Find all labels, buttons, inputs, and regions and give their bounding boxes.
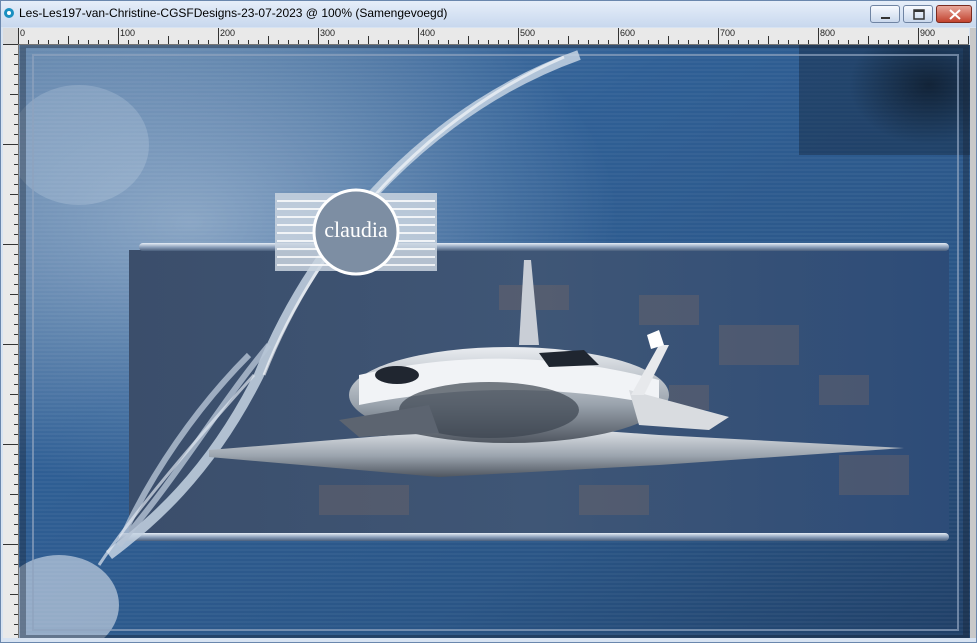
ruler-label-800: 800: [820, 28, 836, 38]
ruler-label-400: 400: [420, 28, 436, 38]
horizontal-ruler[interactable]: 0 100 200 300 400 500 600 700 800 900: [18, 28, 969, 45]
ruler-corner: [3, 28, 19, 45]
vruler-ticks: [3, 44, 18, 635]
app-icon: [4, 8, 14, 18]
title-bar[interactable]: Les-Les197-van-Christine-CGSFDesigns-23-…: [1, 1, 976, 27]
minimize-button[interactable]: [870, 5, 900, 23]
watermark-text: claudia: [324, 217, 388, 242]
watermark-badge: claudia: [275, 188, 437, 276]
ruler-label-700: 700: [720, 28, 736, 38]
maximize-icon: [913, 9, 925, 20]
vertical-scrollbar[interactable]: [970, 28, 976, 638]
ruler-label-100: 100: [120, 28, 136, 38]
close-button[interactable]: [936, 5, 972, 23]
ruler-label-900: 900: [920, 28, 936, 38]
ruler-label-200: 200: [220, 28, 236, 38]
ruler-label-500: 500: [520, 28, 536, 38]
maximize-button[interactable]: [903, 5, 933, 23]
artwork: claudia: [19, 45, 970, 638]
ruler-label-600: 600: [620, 28, 636, 38]
window-title: Les-Les197-van-Christine-CGSFDesigns-23-…: [19, 6, 448, 20]
minimize-icon: [881, 17, 890, 19]
ruler-label-300: 300: [320, 28, 336, 38]
image-window: Les-Les197-van-Christine-CGSFDesigns-23-…: [0, 0, 977, 643]
ruler-label-0: 0: [20, 28, 26, 38]
close-icon: [949, 9, 961, 20]
vertical-ruler[interactable]: [3, 44, 19, 638]
image-canvas[interactable]: claudia: [19, 45, 970, 638]
